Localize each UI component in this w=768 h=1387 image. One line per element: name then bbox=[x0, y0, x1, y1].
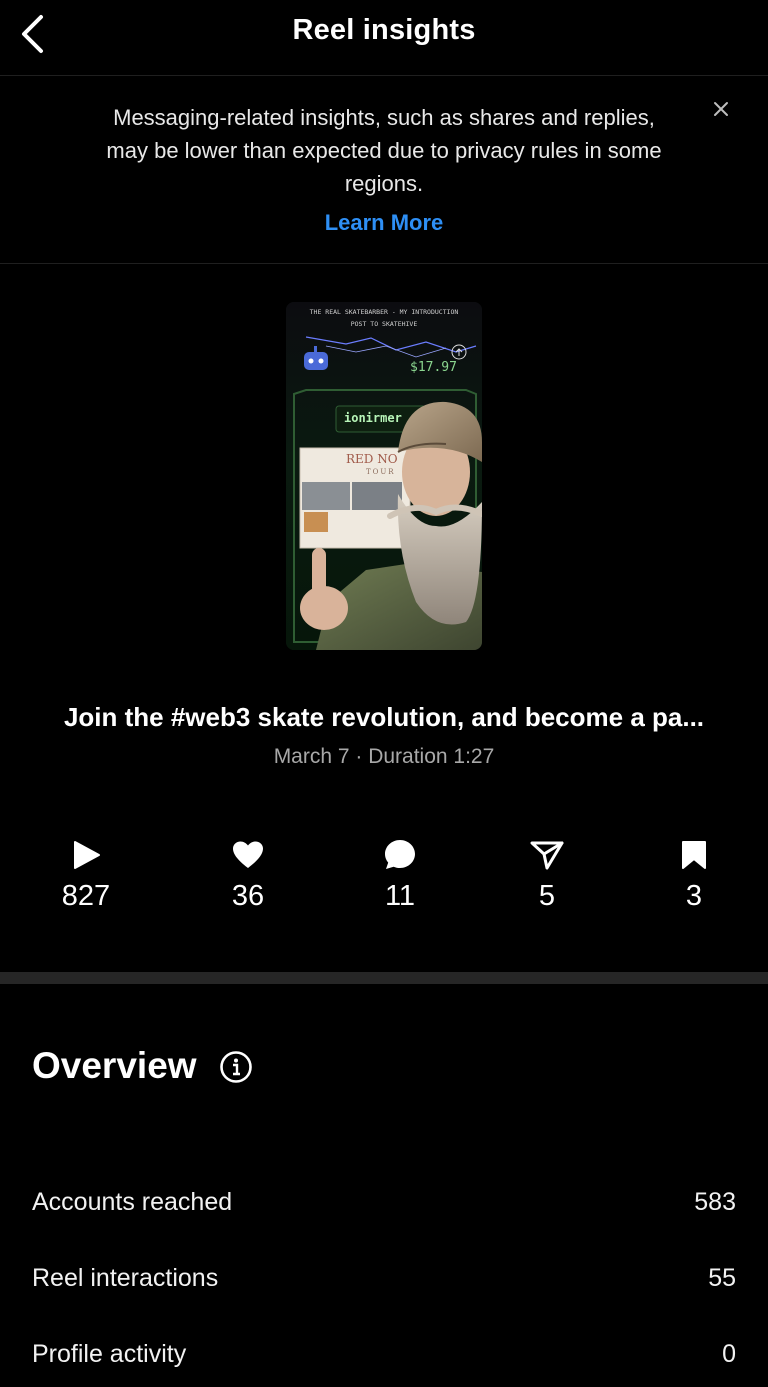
accounts-reached-value: 583 bbox=[694, 1187, 736, 1216]
saves-count: 3 bbox=[685, 880, 703, 912]
shares-stat[interactable]: 5 bbox=[497, 838, 597, 913]
play-icon bbox=[74, 841, 100, 869]
profile-activity-value: 0 bbox=[722, 1339, 736, 1368]
reel-interactions-label: Reel interactions bbox=[32, 1263, 219, 1292]
overview-heading: Overview bbox=[32, 1045, 197, 1086]
close-icon bbox=[714, 102, 728, 116]
plays-count: 827 bbox=[61, 880, 111, 912]
profile-activity-row[interactable]: Profile activity 0 bbox=[32, 1334, 736, 1374]
thumbnail-amount: $17.97 bbox=[410, 360, 457, 375]
learn-more-link[interactable]: Learn More bbox=[0, 210, 768, 236]
top-bar: Reel insights bbox=[0, 0, 768, 76]
share-icon bbox=[530, 841, 564, 870]
thumbnail-top-text: THE REAL SKATEBARBER - MY INTRODUCTION P… bbox=[309, 308, 459, 328]
thumbnail-username: ionirmer bbox=[344, 411, 402, 425]
likes-stat[interactable]: 36 bbox=[198, 838, 298, 913]
reel-meta: March 7 · Duration 1:27 bbox=[273, 745, 495, 768]
reel-caption: Join the #web3 skate revolution, and bec… bbox=[63, 702, 705, 732]
reel-interactions-value: 55 bbox=[708, 1263, 736, 1292]
thumbnail-poster-subtitle: TOUR bbox=[366, 468, 396, 476]
privacy-notice-banner: Messaging-related insights, such as shar… bbox=[0, 77, 768, 264]
accounts-reached-row[interactable]: Accounts reached 583 bbox=[32, 1182, 736, 1222]
comments-stat[interactable]: 11 bbox=[350, 838, 450, 913]
profile-activity-label: Profile activity bbox=[32, 1339, 187, 1368]
bookmark-icon bbox=[682, 841, 706, 869]
page-title: Reel insights bbox=[292, 14, 476, 46]
plays-stat[interactable]: 827 bbox=[36, 838, 136, 913]
shares-count: 5 bbox=[538, 880, 556, 912]
banner-close-button[interactable] bbox=[709, 97, 733, 121]
reel-insights-screen: Reel insights Messaging-related insights… bbox=[0, 0, 768, 1387]
reel-interactions-row[interactable]: Reel interactions 55 bbox=[32, 1258, 736, 1298]
banner-message: Messaging-related insights, such as shar… bbox=[106, 105, 662, 196]
heart-icon bbox=[233, 841, 263, 868]
saves-stat[interactable]: 3 bbox=[644, 838, 744, 913]
info-icon bbox=[220, 1051, 252, 1083]
reel-thumbnail[interactable]: THE REAL SKATEBARBER - MY INTRODUCTION P… bbox=[286, 302, 482, 650]
accounts-reached-label: Accounts reached bbox=[32, 1187, 233, 1216]
reel-thumbnail-image bbox=[286, 302, 482, 650]
thumbnail-poster-title: RED NO bbox=[346, 452, 398, 466]
overview-info-button[interactable] bbox=[219, 1050, 253, 1084]
likes-count: 36 bbox=[231, 880, 265, 912]
comment-icon bbox=[385, 840, 415, 869]
comments-count: 11 bbox=[384, 880, 416, 912]
section-divider bbox=[0, 972, 768, 984]
